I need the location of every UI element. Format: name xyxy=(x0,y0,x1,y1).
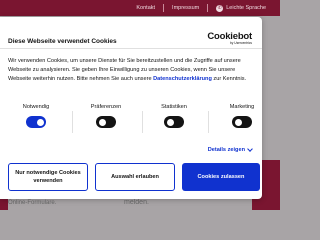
nav-leichte-sprache-label: Leichte Sprache xyxy=(226,5,266,11)
allow-selection-button[interactable]: Auswahl erlauben xyxy=(95,163,175,191)
toggle-knob xyxy=(234,118,242,126)
cookie-consent-dialog: Diese Webseite verwendet Cookies Cookieb… xyxy=(0,17,262,199)
toggle-necessary[interactable] xyxy=(26,116,46,128)
toggle-knob xyxy=(98,118,106,126)
toggle-divider xyxy=(208,111,209,133)
nav-separator xyxy=(163,4,165,12)
nav-impressum-link[interactable]: Impressum xyxy=(172,5,199,11)
toggle-label-preferences: Präferenzen xyxy=(90,104,122,110)
toggle-divider xyxy=(72,111,73,133)
nav-separator xyxy=(207,4,209,12)
background-text: melden. xyxy=(124,199,149,206)
consent-buttons: Nur notwendige Cookies verwenden Auswahl… xyxy=(8,163,260,191)
easy-language-icon: ✆ xyxy=(216,4,224,12)
toggle-statistics[interactable] xyxy=(164,116,184,128)
nav-kontakt-link[interactable]: Kontakt xyxy=(136,5,155,11)
toggle-group-preferences: Präferenzen xyxy=(78,101,134,145)
toggle-label-statistics: Statistiken xyxy=(161,104,187,110)
header-divider xyxy=(0,48,262,49)
toggle-marketing[interactable] xyxy=(232,116,252,128)
toggle-label-marketing: Marketing xyxy=(229,104,255,110)
toggle-knob xyxy=(36,118,44,126)
toggle-knob xyxy=(166,118,174,126)
cookiebot-logo: Cookiebot by Usercentrics xyxy=(192,31,252,45)
show-details-link[interactable]: Details zeigen xyxy=(207,146,253,153)
toggle-divider xyxy=(142,111,143,133)
consent-category-toggles: Notwendig Präferenzen Statistiken Market… xyxy=(0,101,262,145)
privacy-policy-link[interactable]: Datenschutzerklärung xyxy=(153,76,212,82)
dialog-body-text: Wir verwenden Cookies, um unsere Dienste… xyxy=(8,57,258,84)
allow-all-cookies-button[interactable]: Cookies zulassen xyxy=(182,163,260,191)
body-text-outro: zur Kenntnis. xyxy=(211,76,247,82)
chevron-down-icon xyxy=(247,146,253,152)
background-text: Online-Formulare. xyxy=(8,200,57,206)
show-details-label: Details zeigen xyxy=(207,147,245,153)
cookiebot-logo-subtext: by Usercentrics xyxy=(230,41,252,45)
dialog-title: Diese Webseite verwendet Cookies xyxy=(8,38,117,45)
nav-leichte-sprache-link[interactable]: ✆ Leichte Sprache xyxy=(216,4,266,12)
toggle-group-necessary: Notwendig xyxy=(8,101,64,145)
toggle-group-marketing: Marketing xyxy=(214,101,270,145)
necessary-only-button[interactable]: Nur notwendige Cookies verwenden xyxy=(8,163,88,191)
toggle-preferences[interactable] xyxy=(96,116,116,128)
dialog-header: Diese Webseite verwendet Cookies Cookieb… xyxy=(8,31,252,45)
toggle-group-statistics: Statistiken xyxy=(146,101,202,145)
top-navigation: Kontakt Impressum ✆ Leichte Sprache xyxy=(136,0,266,16)
toggle-label-necessary: Notwendig xyxy=(22,104,50,110)
